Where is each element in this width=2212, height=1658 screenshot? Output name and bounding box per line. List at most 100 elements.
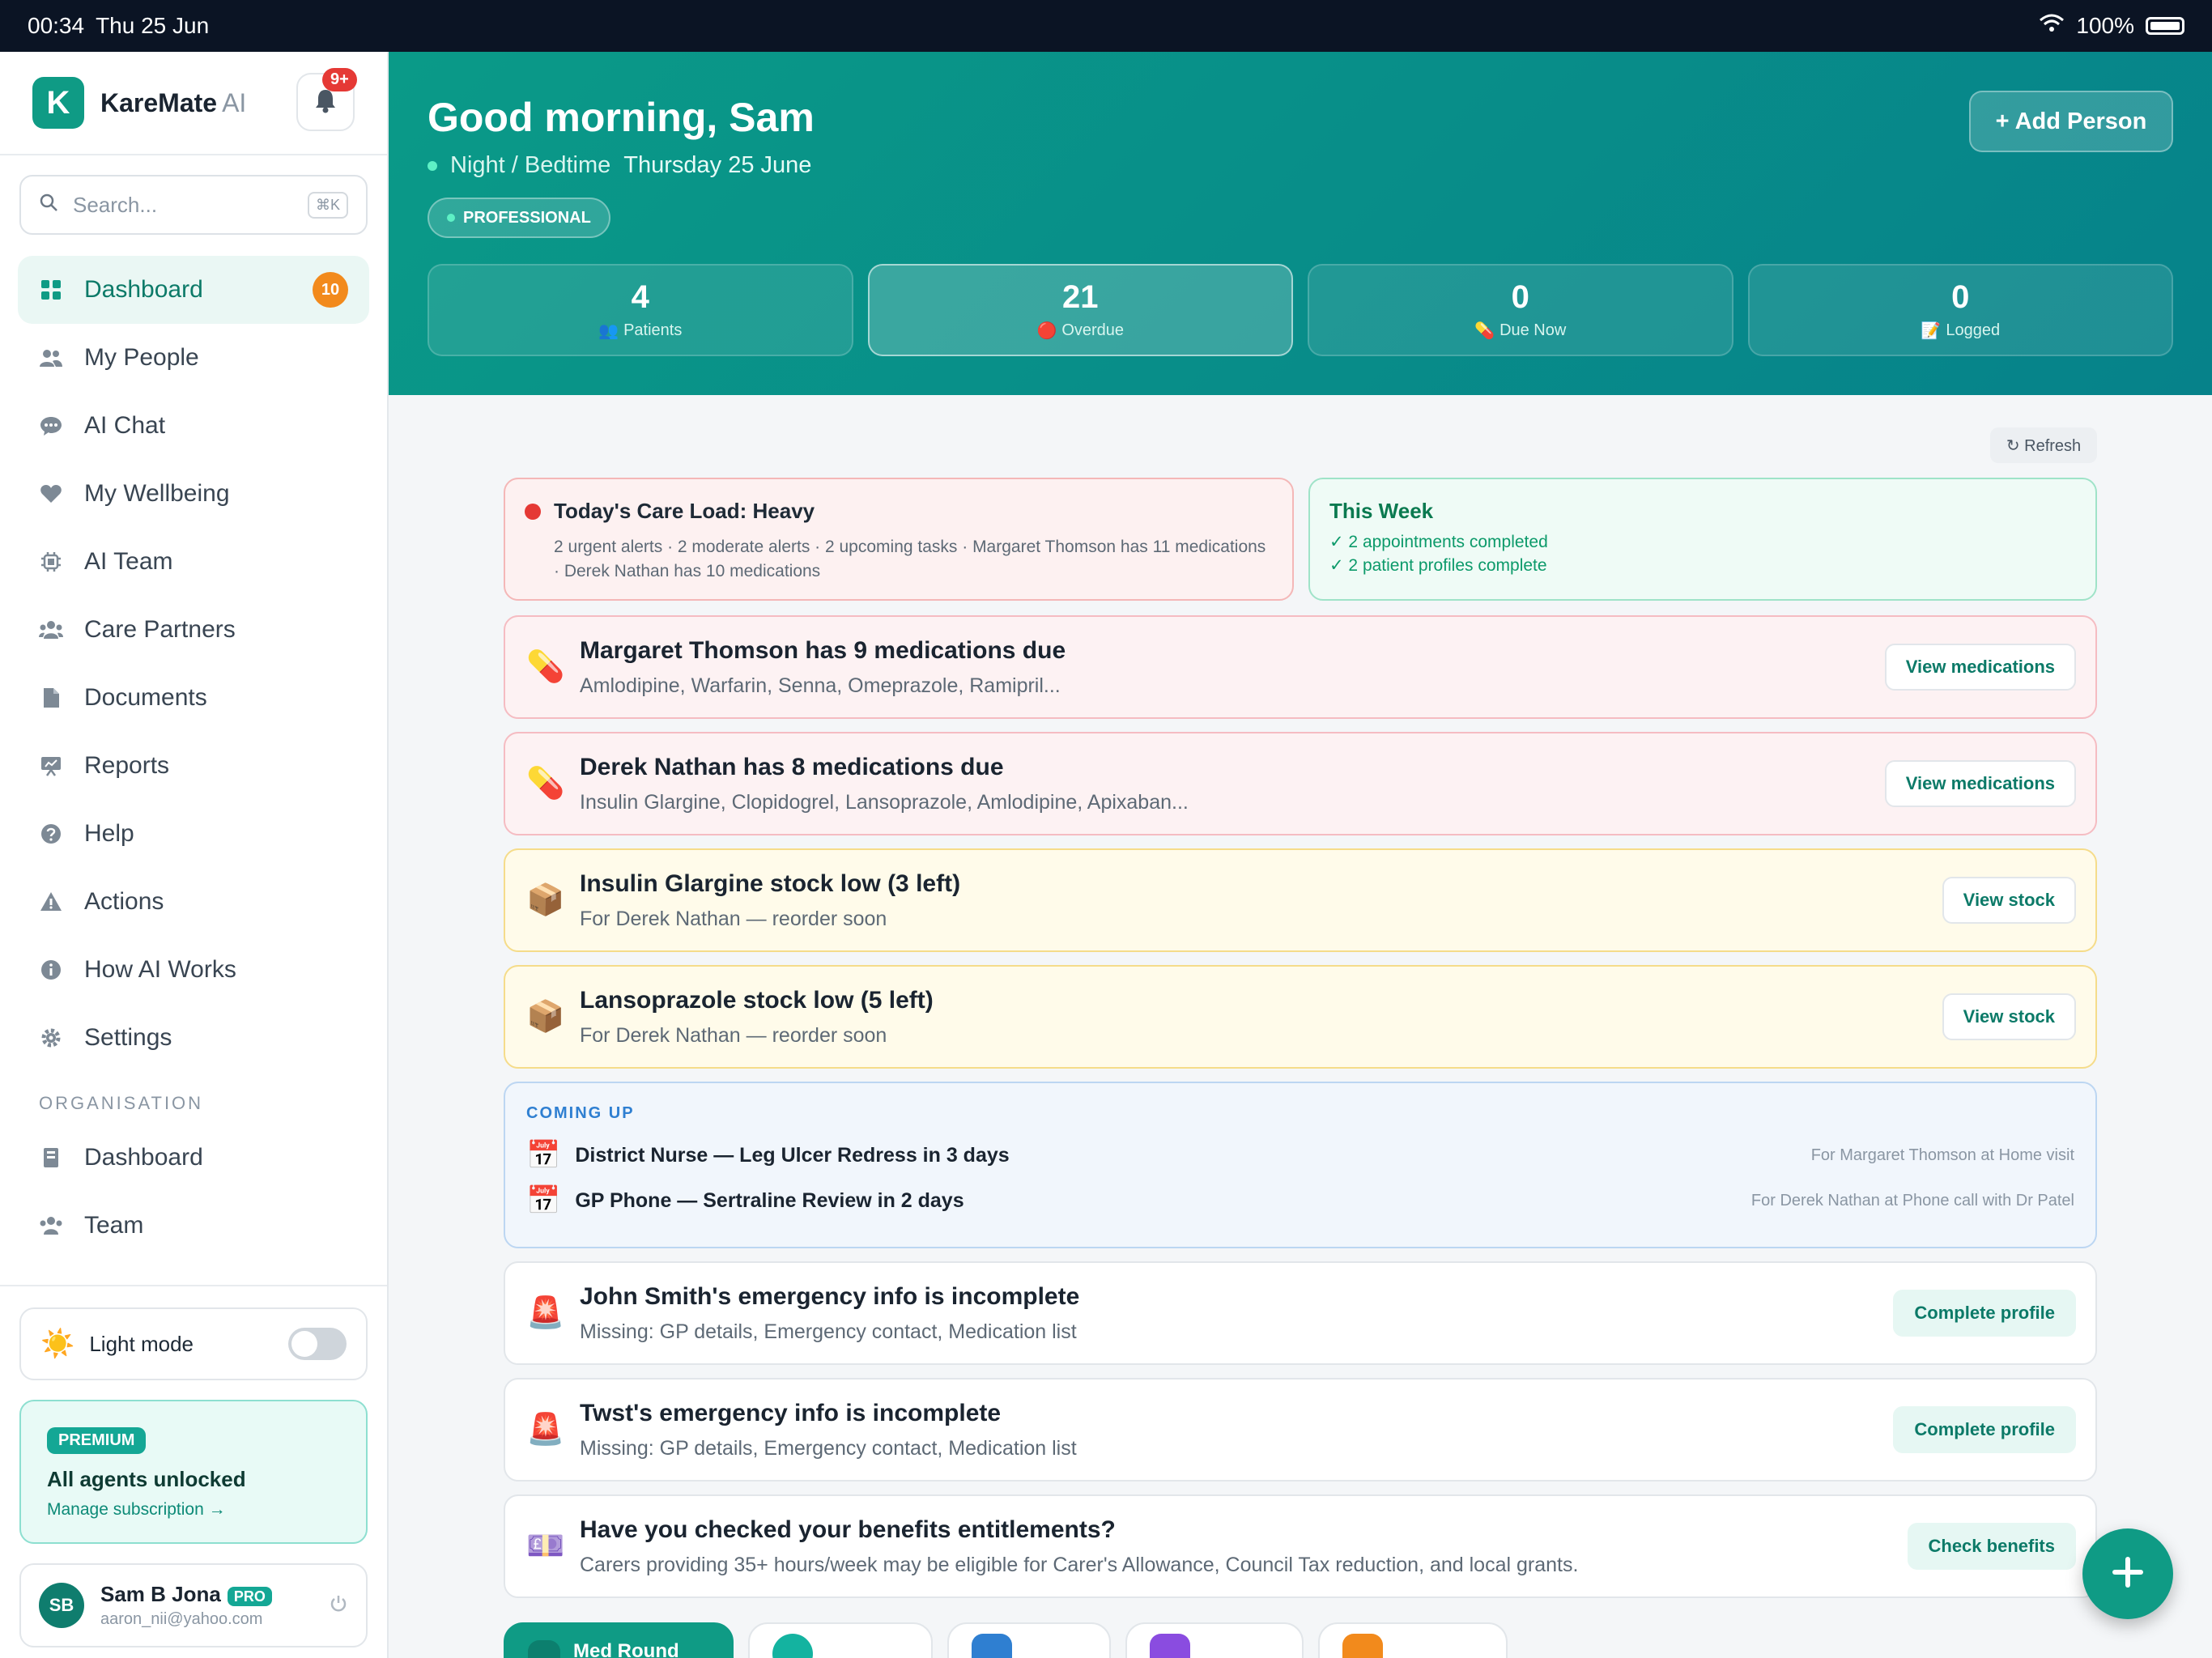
light-mode-toggle[interactable] bbox=[288, 1328, 347, 1360]
grid-icon bbox=[39, 278, 63, 301]
upcoming-item[interactable]: 📅 District Nurse — Leg Ulcer Redress in … bbox=[526, 1139, 2074, 1171]
sidebar-item-my-wellbeing[interactable]: My Wellbeing bbox=[18, 460, 369, 528]
alert-subtitle: For Derek Nathan — reorder soon bbox=[580, 907, 887, 930]
medication-alert: 💊 Margaret Thomson has 9 medications due… bbox=[504, 615, 2097, 719]
sidebar-footer: ☀️ Light mode PREMIUM All agents unlocke… bbox=[0, 1285, 387, 1658]
alert-title: Lansoprazole stock low (5 left) bbox=[580, 986, 934, 1014]
role-badge: PROFESSIONAL bbox=[428, 198, 610, 238]
alert-subtitle: Missing: GP details, Emergency contact, … bbox=[580, 1320, 1077, 1343]
page-title: Good morning, Sam bbox=[428, 95, 815, 140]
complete-profile-button[interactable]: Complete profile bbox=[1893, 1406, 2076, 1453]
alert-subtitle: Carers providing 35+ hours/week may be e… bbox=[580, 1553, 1579, 1576]
sidebar-item-label: Dashboard bbox=[84, 1144, 203, 1171]
alert-dot bbox=[525, 503, 541, 520]
check-benefits-button[interactable]: Check benefits bbox=[1907, 1523, 2076, 1570]
coming-up-card: COMING UP 📅 District Nurse — Leg Ulcer R… bbox=[504, 1082, 2097, 1248]
bell-icon bbox=[313, 87, 338, 117]
user-card[interactable]: SB Sam B Jona PRO aaron_nii@yahoo.com bbox=[19, 1563, 368, 1647]
sidebar-item-label: AI Team bbox=[84, 548, 173, 575]
siren-icon: 🚨 bbox=[526, 1413, 565, 1447]
sidebar: K KareMate AI 9+ Search... ⌘K Dashboard 1… bbox=[0, 52, 389, 1658]
complete-profile-button[interactable]: Complete profile bbox=[1893, 1290, 2076, 1337]
sidebar-item-reports[interactable]: Reports bbox=[18, 732, 369, 800]
sidebar-item-help[interactable]: Help bbox=[18, 800, 369, 868]
document-icon bbox=[39, 687, 63, 709]
brand-suffix: AI bbox=[222, 87, 247, 117]
role-dot bbox=[447, 214, 455, 222]
status-date: Thu 25 Jun bbox=[96, 13, 210, 38]
emergency-info-alert: 🚨 John Smith's emergency info is incompl… bbox=[504, 1261, 2097, 1365]
upcoming-detail: For Derek Nathan at Phone call with Dr P… bbox=[1750, 1191, 2074, 1209]
search-icon bbox=[39, 193, 58, 218]
search-input[interactable]: Search... ⌘K bbox=[19, 175, 368, 235]
stat-label-row: 👥 Patients bbox=[598, 321, 682, 341]
pill-icon: 💊 bbox=[526, 767, 565, 801]
medication-alert: 💊 Derek Nathan has 8 medications due Insu… bbox=[504, 732, 2097, 835]
care-load-title-row: Today's Care Load: Heavy bbox=[525, 499, 1273, 524]
sidebar-item-ai-team[interactable]: AI Team bbox=[18, 528, 369, 596]
sidebar-item-documents[interactable]: Documents bbox=[18, 664, 369, 732]
sidebar-item-label: My Wellbeing bbox=[84, 480, 230, 507]
care-load-title: Today's Care Load: Heavy bbox=[554, 499, 815, 523]
group-icon bbox=[39, 1215, 63, 1236]
power-icon[interactable] bbox=[329, 1594, 348, 1618]
quick-action-button[interactable] bbox=[1125, 1622, 1304, 1658]
quick-action-button[interactable] bbox=[947, 1622, 1111, 1658]
sun-icon: ☀️ bbox=[40, 1329, 75, 1359]
light-mode-label: Light mode bbox=[89, 1331, 194, 1356]
clipboard-icon bbox=[528, 1640, 560, 1658]
sidebar-item-ai-chat[interactable]: AI Chat bbox=[18, 392, 369, 460]
pro-badge: PRO bbox=[227, 1587, 272, 1606]
dashboard-header: Good morning, Sam Night / Bedtime Thursd… bbox=[389, 52, 2212, 395]
upcoming-item[interactable]: 📅 GP Phone — Sertraline Review in 2 days… bbox=[526, 1184, 2074, 1217]
stat-logged[interactable]: 0 📝 Logged bbox=[1747, 264, 2173, 356]
view-medications-button[interactable]: View medications bbox=[1884, 644, 2076, 691]
sidebar-item-org-dashboard[interactable]: Dashboard bbox=[18, 1124, 369, 1192]
red-circle-icon: 🔴 bbox=[1036, 322, 1057, 340]
search-placeholder: Search... bbox=[73, 192, 158, 217]
alert-title: Twst's emergency info is incomplete bbox=[580, 1399, 1002, 1426]
brand-name: KareMate bbox=[100, 87, 218, 117]
group-icon bbox=[39, 619, 63, 640]
refresh-button[interactable]: ↻ Refresh bbox=[1990, 427, 2097, 463]
quick-action-button[interactable] bbox=[1318, 1622, 1508, 1658]
premium-badge: PREMIUM bbox=[47, 1427, 147, 1454]
alert-subtitle: Missing: GP details, Emergency contact, … bbox=[580, 1436, 1077, 1460]
dashboard-count-badge: 10 bbox=[313, 272, 348, 308]
stat-label-row: 🔴 Overdue bbox=[1036, 321, 1124, 341]
benefits-alert: 💷 Have you checked your benefits entitle… bbox=[504, 1494, 2097, 1598]
alert-subtitle: Amlodipine, Warfarin, Senna, Omeprazole,… bbox=[580, 674, 1061, 697]
stat-label: Due Now bbox=[1499, 321, 1567, 339]
stock-alert: 📦 Lansoprazole stock low (5 left) For Der… bbox=[504, 965, 2097, 1069]
sidebar-item-label: Actions bbox=[84, 888, 164, 915]
sidebar-item-my-people[interactable]: My People bbox=[18, 324, 369, 392]
quick-action-button[interactable] bbox=[748, 1622, 933, 1658]
sidebar-item-org-team[interactable]: Team bbox=[18, 1192, 369, 1260]
stat-overdue[interactable]: 21 🔴 Overdue bbox=[867, 264, 1293, 356]
sidebar-item-care-partners[interactable]: Care Partners bbox=[18, 596, 369, 664]
sidebar-item-how-ai-works[interactable]: How AI Works bbox=[18, 936, 369, 1004]
stat-label-row: 📝 Logged bbox=[1921, 321, 2000, 341]
stat-patients[interactable]: 4 👥 Patients bbox=[428, 264, 853, 356]
gear-icon bbox=[39, 1027, 63, 1049]
plus-icon bbox=[2109, 1554, 2146, 1595]
add-fab-button[interactable] bbox=[2082, 1528, 2173, 1619]
stat-due-now[interactable]: 0 💊 Due Now bbox=[1308, 264, 1733, 356]
med-round-button[interactable]: Med Round bbox=[504, 1622, 734, 1658]
app-logo[interactable]: K bbox=[32, 77, 84, 129]
add-person-button[interactable]: + Add Person bbox=[1969, 91, 2173, 152]
stat-label: Patients bbox=[623, 321, 683, 339]
sidebar-item-actions[interactable]: Actions bbox=[18, 868, 369, 936]
sidebar-item-label: Documents bbox=[84, 684, 207, 711]
view-stock-button[interactable]: View stock bbox=[1942, 877, 2076, 924]
sidebar-item-label: My People bbox=[84, 344, 199, 371]
view-medications-button[interactable]: View medications bbox=[1884, 760, 2076, 807]
wifi-icon bbox=[2039, 13, 2065, 39]
sidebar-item-dashboard[interactable]: Dashboard 10 bbox=[18, 256, 369, 324]
notes-icon bbox=[1342, 1634, 1383, 1658]
sidebar-item-settings[interactable]: Settings bbox=[18, 1004, 369, 1072]
view-stock-button[interactable]: View stock bbox=[1942, 993, 2076, 1040]
manage-subscription-link[interactable]: Manage subscription → bbox=[47, 1500, 340, 1520]
care-load-detail: 2 urgent alerts · 2 moderate alerts · 2 … bbox=[554, 538, 1266, 580]
battery-icon bbox=[2146, 17, 2184, 35]
